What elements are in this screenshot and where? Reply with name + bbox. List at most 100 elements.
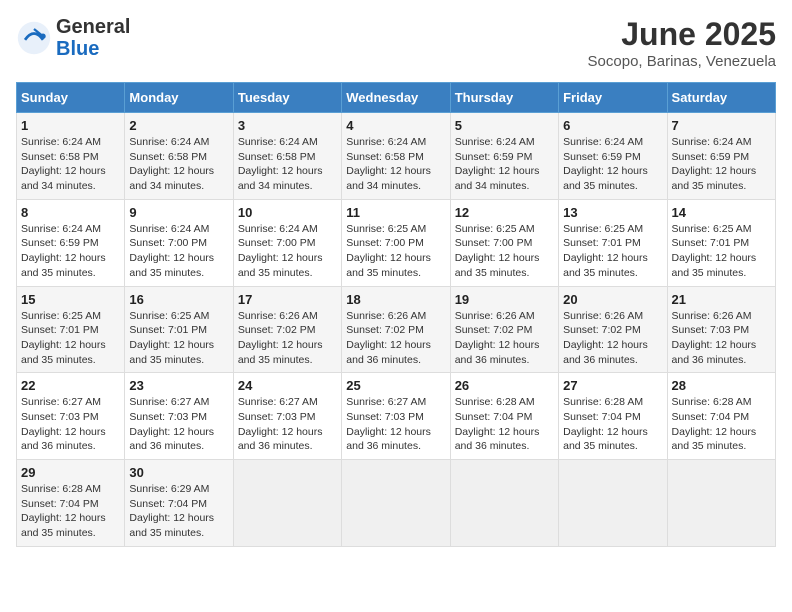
calendar-cell: 21Sunrise: 6:26 AMSunset: 7:03 PMDayligh… [667, 286, 775, 373]
day-info: Sunrise: 6:24 AMSunset: 6:59 PMDaylight:… [21, 222, 120, 281]
day-number: 29 [21, 465, 120, 480]
day-number: 10 [238, 205, 337, 220]
calendar-cell: 5 Sunrise: 6:24 AMSunset: 6:59 PMDaylight… [450, 113, 558, 200]
day-info: Sunrise: 6:25 AMSunset: 7:00 PMDaylight:… [346, 222, 445, 281]
calendar-cell: 1 Sunrise: 6:24 AMSunset: 6:58 PMDaylight… [17, 113, 125, 200]
page-header: General Blue June 2025 Socopo, Barinas, … [16, 16, 776, 70]
day-info: Sunrise: 6:24 AMSunset: 6:58 PMDaylight:… [21, 135, 120, 194]
day-number: 6 [563, 118, 662, 133]
day-number: 25 [346, 378, 445, 393]
day-info: Sunrise: 6:28 AMSunset: 7:04 PMDaylight:… [455, 395, 554, 454]
calendar-cell: 23 Sunrise: 6:27 AMSunset: 7:03 PMDayligh… [125, 373, 233, 460]
logo-general-text: General [56, 16, 130, 38]
calendar-cell [667, 460, 775, 547]
calendar-cell: 4 Sunrise: 6:24 AMSunset: 6:58 PMDaylight… [342, 113, 450, 200]
day-of-week-friday: Friday [559, 83, 667, 113]
day-number: 8 [21, 205, 120, 220]
calendar-cell: 28 Sunrise: 6:28 AMSunset: 7:04 PMDayligh… [667, 373, 775, 460]
day-of-week-wednesday: Wednesday [342, 83, 450, 113]
calendar-cell: 20Sunrise: 6:26 AMSunset: 7:02 PMDayligh… [559, 286, 667, 373]
day-info: Sunrise: 6:27 AMSunset: 7:03 PMDaylight:… [21, 395, 120, 454]
calendar-header-row: SundayMondayTuesdayWednesdayThursdayFrid… [17, 83, 776, 113]
day-info: Sunrise: 6:26 AMSunset: 7:02 PMDaylight:… [346, 309, 445, 368]
calendar-cell: 26Sunrise: 6:28 AMSunset: 7:04 PMDayligh… [450, 373, 558, 460]
calendar-cell [450, 460, 558, 547]
day-number: 14 [672, 205, 771, 220]
logo: General Blue [16, 16, 130, 60]
day-info: Sunrise: 6:28 AMSunset: 7:04 PMDaylight:… [563, 395, 662, 454]
day-info: Sunrise: 6:26 AMSunset: 7:02 PMDaylight:… [238, 309, 337, 368]
day-info: Sunrise: 6:26 AMSunset: 7:02 PMDaylight:… [455, 309, 554, 368]
day-info: Sunrise: 6:24 AMSunset: 6:58 PMDaylight:… [129, 135, 228, 194]
day-number: 17 [238, 292, 337, 307]
calendar-cell: 30 Sunrise: 6:29 AMSunset: 7:04 PMDayligh… [125, 460, 233, 547]
calendar-cell: 15Sunrise: 6:25 AMSunset: 7:01 PMDayligh… [17, 286, 125, 373]
day-number: 4 [346, 118, 445, 133]
day-info: Sunrise: 6:27 AMSunset: 7:03 PMDaylight:… [238, 395, 337, 454]
location: Socopo, Barinas, Venezuela [588, 53, 776, 70]
calendar-cell: 13 Sunrise: 6:25 AMSunset: 7:01 PMDayligh… [559, 199, 667, 286]
day-number: 11 [346, 205, 445, 220]
day-of-week-monday: Monday [125, 83, 233, 113]
calendar-cell: 25 Sunrise: 6:27 AMSunset: 7:03 PMDayligh… [342, 373, 450, 460]
day-info: Sunrise: 6:25 AMSunset: 7:01 PMDaylight:… [129, 309, 228, 368]
day-info: Sunrise: 6:25 AMSunset: 7:01 PMDaylight:… [563, 222, 662, 281]
day-of-week-saturday: Saturday [667, 83, 775, 113]
calendar-week-5: 29 Sunrise: 6:28 AMSunset: 7:04 PMDayligh… [17, 460, 776, 547]
title-block: June 2025 Socopo, Barinas, Venezuela [588, 16, 776, 70]
calendar-cell: 12Sunrise: 6:25 AMSunset: 7:00 PMDayligh… [450, 199, 558, 286]
calendar-cell: 9Sunrise: 6:24 AMSunset: 7:00 PMDaylight… [125, 199, 233, 286]
day-number: 16 [129, 292, 228, 307]
day-info: Sunrise: 6:26 AMSunset: 7:03 PMDaylight:… [672, 309, 771, 368]
day-info: Sunrise: 6:29 AMSunset: 7:04 PMDaylight:… [129, 482, 228, 541]
day-number: 28 [672, 378, 771, 393]
calendar-cell: 22 Sunrise: 6:27 AMSunset: 7:03 PMDayligh… [17, 373, 125, 460]
day-info: Sunrise: 6:25 AMSunset: 7:01 PMDaylight:… [672, 222, 771, 281]
calendar-cell: 16 Sunrise: 6:25 AMSunset: 7:01 PMDayligh… [125, 286, 233, 373]
day-number: 23 [129, 378, 228, 393]
month-year: June 2025 [588, 16, 776, 53]
day-number: 13 [563, 205, 662, 220]
logo-icon [16, 20, 52, 56]
day-number: 30 [129, 465, 228, 480]
day-number: 2 [129, 118, 228, 133]
calendar-table: SundayMondayTuesdayWednesdayThursdayFrid… [16, 82, 776, 547]
day-number: 1 [21, 118, 120, 133]
calendar-cell: 14 Sunrise: 6:25 AMSunset: 7:01 PMDayligh… [667, 199, 775, 286]
calendar-cell: 24Sunrise: 6:27 AMSunset: 7:03 PMDayligh… [233, 373, 341, 460]
calendar-week-1: 1 Sunrise: 6:24 AMSunset: 6:58 PMDaylight… [17, 113, 776, 200]
day-info: Sunrise: 6:24 AMSunset: 7:00 PMDaylight:… [238, 222, 337, 281]
day-info: Sunrise: 6:26 AMSunset: 7:02 PMDaylight:… [563, 309, 662, 368]
calendar-cell [342, 460, 450, 547]
day-info: Sunrise: 6:27 AMSunset: 7:03 PMDaylight:… [129, 395, 228, 454]
calendar-cell: 10 Sunrise: 6:24 AMSunset: 7:00 PMDayligh… [233, 199, 341, 286]
day-number: 19 [455, 292, 554, 307]
calendar-cell: 11 Sunrise: 6:25 AMSunset: 7:00 PMDayligh… [342, 199, 450, 286]
calendar-cell: 19 Sunrise: 6:26 AMSunset: 7:02 PMDayligh… [450, 286, 558, 373]
calendar-week-4: 22 Sunrise: 6:27 AMSunset: 7:03 PMDayligh… [17, 373, 776, 460]
day-info: Sunrise: 6:24 AMSunset: 6:59 PMDaylight:… [455, 135, 554, 194]
calendar-cell: 7 Sunrise: 6:24 AMSunset: 6:59 PMDaylight… [667, 113, 775, 200]
day-info: Sunrise: 6:24 AMSunset: 6:58 PMDaylight:… [238, 135, 337, 194]
day-number: 5 [455, 118, 554, 133]
day-of-week-sunday: Sunday [17, 83, 125, 113]
day-info: Sunrise: 6:24 AMSunset: 6:58 PMDaylight:… [346, 135, 445, 194]
day-info: Sunrise: 6:27 AMSunset: 7:03 PMDaylight:… [346, 395, 445, 454]
calendar-cell: 6 Sunrise: 6:24 AMSunset: 6:59 PMDaylight… [559, 113, 667, 200]
day-number: 12 [455, 205, 554, 220]
calendar-cell: 8 Sunrise: 6:24 AMSunset: 6:59 PMDaylight… [17, 199, 125, 286]
day-info: Sunrise: 6:28 AMSunset: 7:04 PMDaylight:… [672, 395, 771, 454]
day-info: Sunrise: 6:28 AMSunset: 7:04 PMDaylight:… [21, 482, 120, 541]
day-number: 3 [238, 118, 337, 133]
day-info: Sunrise: 6:24 AMSunset: 6:59 PMDaylight:… [563, 135, 662, 194]
day-number: 22 [21, 378, 120, 393]
calendar-week-2: 8 Sunrise: 6:24 AMSunset: 6:59 PMDaylight… [17, 199, 776, 286]
calendar-cell: 27Sunrise: 6:28 AMSunset: 7:04 PMDayligh… [559, 373, 667, 460]
day-number: 15 [21, 292, 120, 307]
calendar-week-3: 15 Sunrise: 6:25 AMSunset: 7:01 PMDayligh… [17, 286, 776, 373]
calendar-cell: 2 Sunrise: 6:24 AMSunset: 6:58 PMDaylight… [125, 113, 233, 200]
calendar-cell [233, 460, 341, 547]
day-of-week-tuesday: Tuesday [233, 83, 341, 113]
day-info: Sunrise: 6:24 AMSunset: 6:59 PMDaylight:… [672, 135, 771, 194]
day-number: 7 [672, 118, 771, 133]
